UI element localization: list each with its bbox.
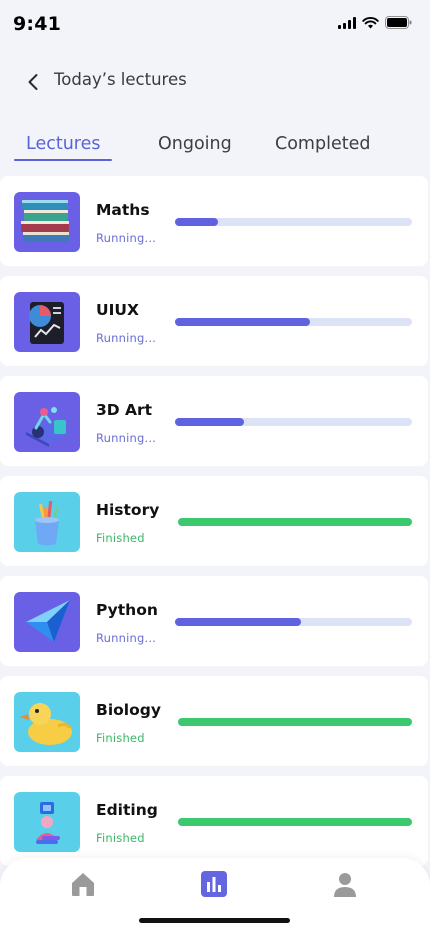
pencil-cup-icon: [35, 500, 60, 546]
wifi-icon: [362, 16, 379, 28]
progress-fill: [178, 818, 412, 826]
lecture-title: Python: [96, 601, 158, 619]
progress-track: [178, 818, 412, 826]
progress-track: [175, 418, 412, 426]
lecture-title: Maths: [96, 201, 150, 219]
tab-lectures[interactable]: Lectures: [26, 134, 100, 154]
lecture-status: Finished: [96, 731, 145, 745]
progress-track: [178, 518, 412, 526]
lecture-card-uiux[interactable]: UIUX Running...: [0, 276, 428, 366]
lecture-status: Finished: [96, 831, 145, 845]
lecture-card-editing[interactable]: Editing Finished: [0, 776, 428, 866]
page-title: Today’s lectures: [54, 70, 187, 89]
progress-track: [175, 218, 412, 226]
progress-fill: [175, 318, 311, 326]
tab-completed[interactable]: Completed: [275, 134, 370, 154]
lecture-thumbnail: [14, 492, 80, 552]
geometric-shape-icon: [26, 600, 70, 642]
active-tab-indicator: [14, 159, 112, 161]
lecture-thumbnail: [14, 292, 80, 352]
status-time: 9:41: [13, 13, 62, 35]
lecture-title: UIUX: [96, 301, 139, 319]
books-icon: [21, 200, 69, 242]
status-bar: 9:41: [0, 0, 430, 48]
header: Today’s lectures: [0, 62, 430, 102]
lecture-status: Running...: [96, 331, 157, 345]
chart-document-icon: [29, 302, 64, 344]
progress-fill: [175, 418, 244, 426]
lecture-thumbnail: [14, 792, 80, 852]
tab-bar: Lectures Ongoing Completed: [0, 130, 430, 164]
lecture-card-biology[interactable]: Biology Finished: [0, 676, 428, 766]
editing-figure-icon: [36, 802, 60, 844]
lecture-thumbnail: [14, 692, 80, 752]
chart-icon[interactable]: [200, 870, 228, 898]
lecture-card-python[interactable]: Python Running...: [0, 576, 428, 666]
progress-fill: [178, 718, 412, 726]
battery-icon: [385, 16, 412, 29]
status-icons: [338, 16, 412, 29]
home-indicator: [139, 918, 290, 923]
lecture-card-maths[interactable]: Maths Running...: [0, 176, 428, 266]
tab-ongoing[interactable]: Ongoing: [158, 134, 232, 154]
lecture-title: 3D Art: [96, 401, 153, 419]
rubber-duck-icon: [20, 703, 72, 745]
profile-icon[interactable]: [331, 870, 359, 898]
home-icon[interactable]: [69, 870, 97, 898]
lecture-title: Editing: [96, 801, 158, 819]
lecture-title: Biology: [96, 701, 161, 719]
lecture-card-history[interactable]: History Finished: [0, 476, 428, 566]
lecture-status: Running...: [96, 631, 157, 645]
progress-track: [175, 318, 412, 326]
back-arrow-icon[interactable]: [24, 72, 44, 92]
lecture-thumbnail: [14, 592, 80, 652]
lecture-status: Running...: [96, 431, 157, 445]
cellular-signal-icon: [338, 16, 356, 29]
progress-track: [175, 618, 412, 626]
lecture-thumbnail: [14, 392, 80, 452]
3d-scene-icon: [26, 407, 70, 447]
progress-fill: [175, 218, 218, 226]
progress-fill: [175, 618, 301, 626]
progress-track: [178, 718, 412, 726]
lecture-thumbnail: [14, 192, 80, 252]
lecture-title: History: [96, 501, 160, 519]
lecture-status: Finished: [96, 531, 145, 545]
lecture-card-3d-art[interactable]: 3D Art Running...: [0, 376, 428, 466]
lecture-status: Running...: [96, 231, 157, 245]
progress-fill: [178, 518, 412, 526]
